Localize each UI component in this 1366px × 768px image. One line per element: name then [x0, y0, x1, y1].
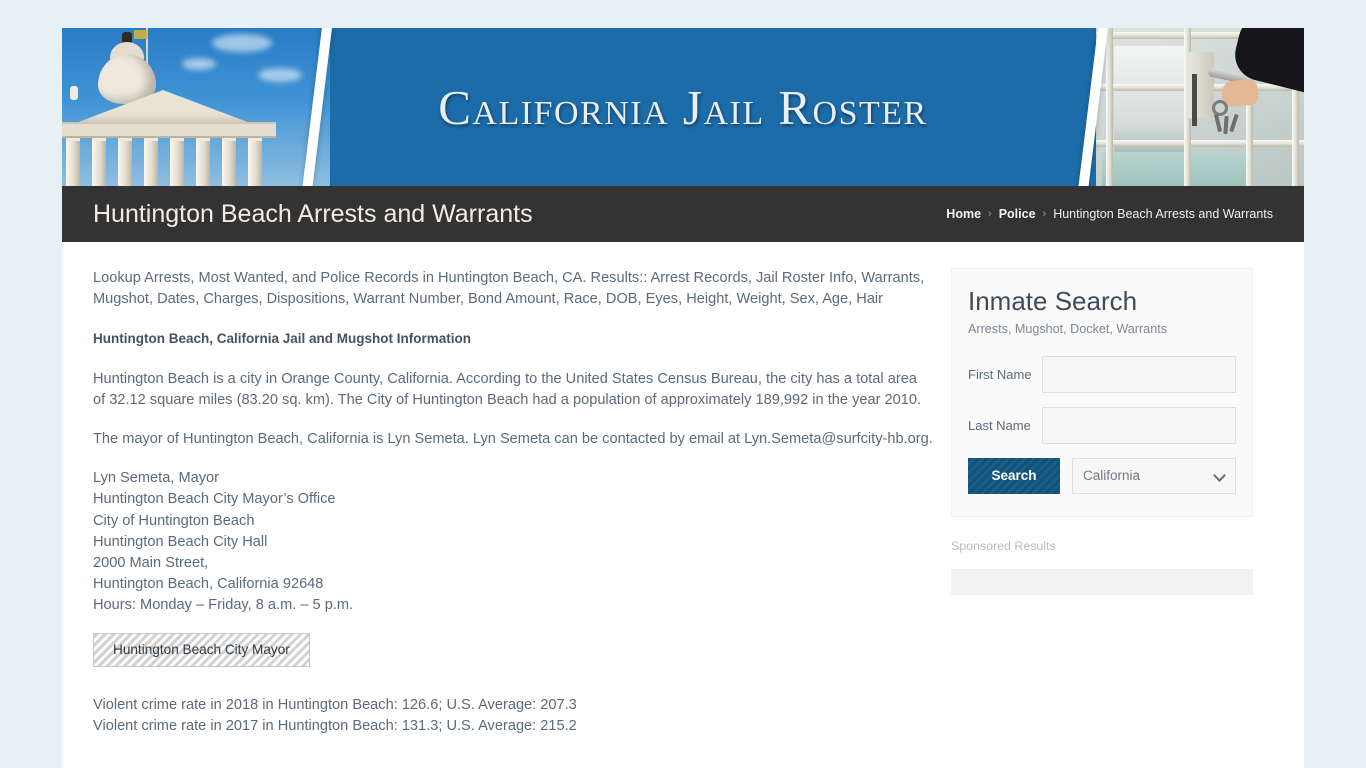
first-name-input[interactable]: [1042, 355, 1236, 393]
breadcrumb-current-page: Huntington Beach Arrests and Warrants: [1053, 207, 1273, 221]
page-root: California Jail Roster Huntington Beach …: [0, 0, 1366, 768]
first-name-row: First Name: [968, 355, 1236, 393]
address-line: Hours: Monday – Friday, 8 a.m. – 5 p.m.: [93, 597, 354, 614]
sidebar: Inmate Search Arrests, Mugshot, Docket, …: [951, 268, 1253, 760]
capitol-building-photo: [62, 28, 330, 186]
sponsored-results-slot: [951, 568, 1253, 595]
state-select[interactable]: California: [1072, 457, 1236, 494]
main-column: Lookup Arrests, Most Wanted, and Police …: [93, 268, 951, 760]
intro-paragraph: Lookup Arrests, Most Wanted, and Police …: [93, 270, 925, 308]
crime-rate-line: Violent crime rate in 2017 in Huntington…: [93, 717, 577, 734]
chevron-right-icon: ›: [988, 208, 992, 220]
last-name-row: Last Name: [968, 406, 1236, 444]
site-container: California Jail Roster Huntington Beach …: [62, 28, 1304, 768]
mayor-contact-paragraph: The mayor of Huntington Beach, Californi…: [93, 431, 933, 448]
chevron-right-icon: ›: [1042, 208, 1047, 220]
address-line: Lyn Semeta, Mayor: [93, 470, 219, 487]
crime-rate-block: Violent crime rate in 2018 in Huntington…: [93, 695, 933, 737]
mayor-address-block: Lyn Semeta, Mayor Huntington Beach City …: [93, 468, 933, 616]
inmate-search-subtitle: Arrests, Mugshot, Docket, Warrants: [968, 321, 1167, 336]
jail-cell-door-photo: [1096, 28, 1304, 186]
search-button[interactable]: Search: [968, 457, 1060, 494]
breadcrumb-home-link[interactable]: Home: [946, 207, 981, 221]
last-name-input[interactable]: [1042, 406, 1236, 444]
page-title: Huntington Beach Arrests and Warrants: [93, 199, 533, 228]
chevron-down-icon: [1213, 468, 1226, 482]
content-area: Lookup Arrests, Most Wanted, and Police …: [62, 242, 1304, 768]
huntington-beach-city-mayor-button[interactable]: Huntington Beach City Mayor: [93, 632, 310, 667]
section-subheading: Huntington Beach, California Jail and Mu…: [93, 331, 471, 347]
address-line: Huntington Beach City Mayor’s Office: [93, 491, 336, 508]
site-masthead: California Jail Roster: [62, 28, 1304, 186]
last-name-label: Last Name: [968, 417, 1031, 433]
city-info-paragraph: Huntington Beach is a city in Orange Cou…: [93, 370, 922, 408]
sponsored-results-label: Sponsored Results: [951, 538, 1056, 553]
address-line: Huntington Beach, California 92648: [93, 576, 324, 593]
inmate-search-title: Inmate Search: [968, 286, 1138, 316]
search-action-row: Search California: [968, 457, 1236, 494]
breadcrumb-police-link[interactable]: Police: [999, 207, 1036, 221]
address-line: City of Huntington Beach: [93, 512, 255, 529]
inmate-search-panel: Inmate Search Arrests, Mugshot, Docket, …: [951, 268, 1253, 517]
first-name-label: First Name: [968, 366, 1032, 382]
page-titlebar: Huntington Beach Arrests and Warrants Ho…: [62, 186, 1304, 242]
breadcrumb: Home › Police › Huntington Beach Arrests…: [946, 207, 1273, 221]
site-banner-title-text: California Jail Roster: [438, 79, 928, 135]
state-select-value: California: [1083, 468, 1141, 484]
address-line: 2000 Main Street,: [93, 555, 209, 572]
crime-rate-line: Violent crime rate in 2018 in Huntington…: [93, 696, 577, 713]
address-line: Huntington Beach City Hall: [93, 533, 268, 550]
